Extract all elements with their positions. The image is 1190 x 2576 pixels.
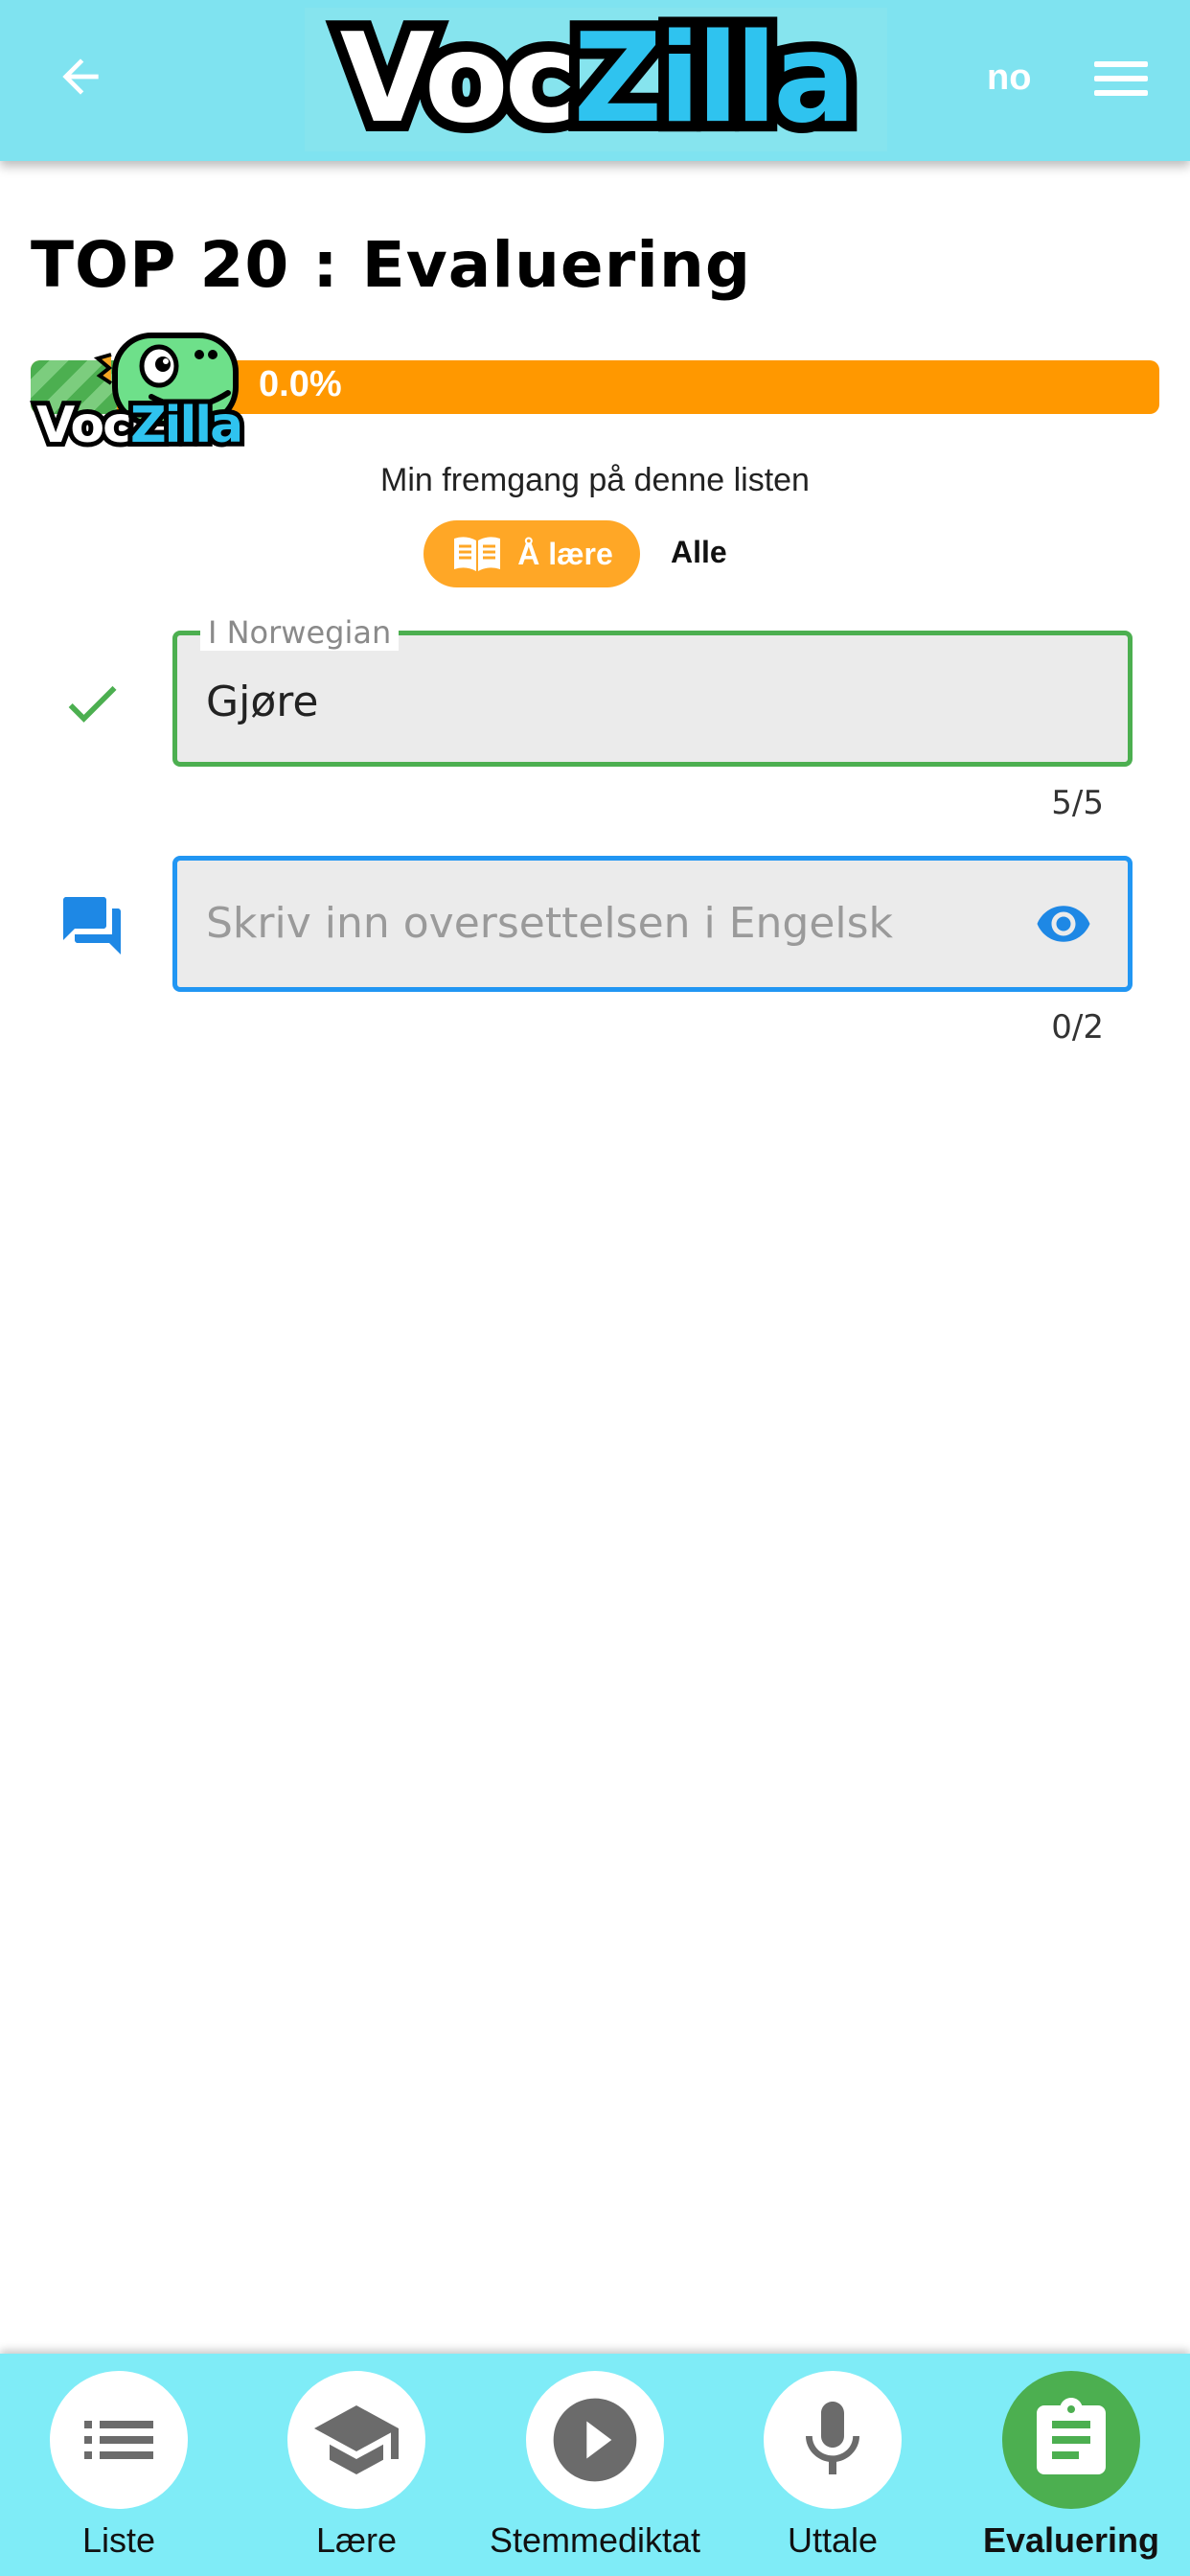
top-app-bar: VocZilla no — [0, 0, 1190, 161]
nav-item-liste[interactable]: Liste — [0, 2371, 238, 2576]
translation-input[interactable] — [206, 889, 992, 956]
norwegian-field-label: I Norwegian — [200, 614, 400, 651]
nav-circle — [526, 2371, 664, 2509]
mascot-logo-voc: Voc — [32, 396, 137, 455]
english-counter: 0/2 — [1051, 1008, 1104, 1046]
arrow-left-icon — [62, 58, 99, 95]
app-logo: VocZilla — [305, 8, 887, 151]
bottom-navigation: Liste Lære Stemmediktat Uttale Evaluerin… — [0, 2354, 1190, 2576]
progress-caption: Min fremgang på denne listen — [380, 462, 810, 498]
nav-item-uttale[interactable]: Uttale — [714, 2371, 951, 2576]
toggle-learn-button[interactable]: Å lære — [423, 520, 640, 587]
back-button[interactable] — [46, 42, 115, 111]
nav-item-laere[interactable]: Lære — [238, 2371, 475, 2576]
check-icon — [68, 685, 117, 723]
microphone-icon — [806, 2402, 859, 2474]
mascot-logo: VocZilla — [32, 322, 257, 455]
nav-circle — [1002, 2371, 1140, 2509]
mascot-logo-zilla: Zilla — [126, 396, 248, 455]
nav-circle — [287, 2371, 425, 2509]
graduation-cap-icon — [314, 2405, 399, 2474]
hamburger-menu-icon[interactable] — [1090, 58, 1152, 100]
page-title: TOP 20 : Evaluering — [31, 228, 752, 302]
language-selector[interactable]: no — [987, 58, 1031, 99]
nav-label-uttale: Uttale — [787, 2520, 879, 2560]
nav-label-stemmediktat: Stemmediktat — [489, 2520, 701, 2560]
logo-text: VocZilla — [330, 8, 867, 151]
nav-label-laere: Lære — [315, 2520, 398, 2560]
norwegian-word-value: Gjøre — [206, 678, 319, 726]
nav-item-evaluering[interactable]: Evaluering — [952, 2371, 1190, 2576]
nav-label-evaluering: Evaluering — [982, 2520, 1160, 2560]
mascot-logo-text: VocZilla — [32, 396, 248, 455]
norwegian-counter: 5/5 — [1051, 784, 1104, 822]
nav-label-liste: Liste — [81, 2520, 156, 2560]
clipboard-icon — [1037, 2398, 1106, 2474]
logo-zilla: Zilla — [563, 8, 867, 151]
progress-percent: 0.0% — [259, 364, 342, 404]
open-book-icon — [454, 537, 501, 571]
nav-circle — [50, 2371, 188, 2509]
toggle-all-button[interactable]: Alle — [671, 535, 727, 570]
chat-icon — [63, 897, 121, 954]
eye-icon[interactable] — [1030, 895, 1097, 953]
english-translation-field — [172, 856, 1133, 992]
nav-item-stemmediktat[interactable]: Stemmediktat — [476, 2371, 714, 2576]
nav-circle — [764, 2371, 902, 2509]
play-icon — [553, 2398, 637, 2482]
toggle-learn-label: Å lære — [517, 536, 613, 571]
list-icon — [84, 2421, 153, 2459]
norwegian-word-field: I Norwegian Gjøre — [172, 614, 1133, 767]
logo-voc: Voc — [330, 8, 588, 151]
